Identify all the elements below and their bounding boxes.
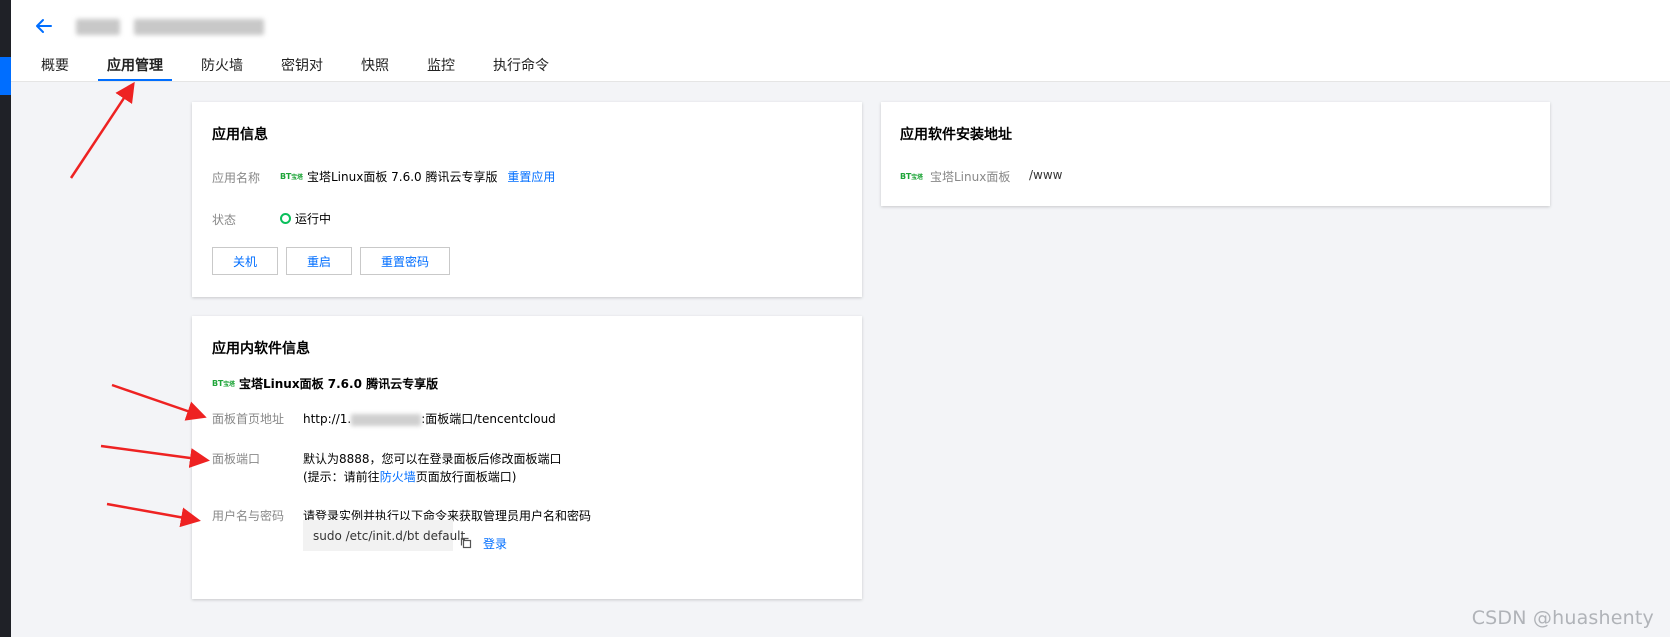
instance-title-redacted (76, 16, 266, 38)
annotation-arrow-homepage (111, 383, 207, 421)
arrow-left-icon[interactable] (30, 12, 58, 40)
install-path-card: 应用软件安装地址 BT宝塔 宝塔Linux面板 /www (881, 102, 1550, 206)
left-nav-strip (0, 0, 11, 637)
restart-button[interactable]: 重启 (286, 247, 352, 275)
csdn-watermark: CSDN @huashenty (1471, 607, 1654, 629)
tab-firewall[interactable]: 防火墙 (201, 49, 243, 81)
reset-app-link[interactable]: 重置应用 (507, 170, 555, 184)
software-info-title: 应用内软件信息 (212, 341, 310, 357)
firewall-link[interactable]: 防火墙 (380, 470, 416, 484)
install-path-title: 应用软件安装地址 (900, 127, 1012, 143)
annotation-arrow-tab (69, 81, 135, 179)
copy-icon[interactable] (460, 537, 472, 549)
app-info-title: 应用信息 (212, 127, 268, 143)
tab-snapshot[interactable]: 快照 (361, 49, 389, 81)
shutdown-button[interactable]: 关机 (212, 247, 278, 275)
annotation-arrow-port (100, 444, 210, 468)
credentials-label: 用户名与密码 (212, 509, 285, 523)
tab-keypair[interactable]: 密钥对 (281, 49, 323, 81)
tab-app-management[interactable]: 应用管理 (98, 49, 172, 81)
baota-logo-icon: BT宝塔 (900, 172, 923, 181)
panel-port-line2: (提示：请前往防火墙页面放行面板端口) (303, 470, 517, 484)
baota-logo-icon: BT宝塔 (212, 379, 235, 388)
panel-port-label: 面板端口 (212, 452, 261, 466)
panel-homepage-value: http://1.:面板端口/tencentcloud (303, 412, 556, 426)
tab-overview[interactable]: 概要 (41, 49, 69, 81)
app-info-card: 应用信息 应用名称 BT宝塔 宝塔Linux面板 7.6.0 腾讯云专享版 重置… (192, 102, 862, 297)
command-box: sudo /etc/init.d/bt default (303, 520, 465, 551)
panel-port-line1: 默认为8888，您可以在登录面板后修改面板端口 (303, 452, 562, 466)
install-software-name: 宝塔Linux面板 (930, 170, 1011, 184)
software-info-card: 应用内软件信息 BT宝塔 宝塔Linux面板 7.6.0 腾讯云专享版 面板首页… (192, 316, 862, 599)
login-link[interactable]: 登录 (483, 535, 507, 552)
left-nav-active-indicator (0, 57, 11, 95)
tab-monitoring[interactable]: 监控 (427, 49, 455, 81)
tab-run-command[interactable]: 执行命令 (493, 49, 549, 81)
status-value: 运行中 (295, 212, 332, 226)
reset-password-button[interactable]: 重置密码 (360, 247, 450, 275)
app-name-value: 宝塔Linux面板 7.6.0 腾讯云专享版 重置应用 (307, 170, 556, 184)
panel-homepage-label: 面板首页地址 (212, 412, 285, 426)
install-path-value: /www (1029, 168, 1063, 182)
running-status-icon (280, 213, 291, 224)
page-header: 概要 应用管理 防火墙 密钥对 快照 监控 执行命令 (11, 0, 1670, 82)
tab-bar: 概要 应用管理 防火墙 密钥对 快照 监控 执行命令 (41, 49, 587, 81)
software-name: 宝塔Linux面板 7.6.0 腾讯云专享版 (239, 377, 439, 391)
app-name-label: 应用名称 (212, 171, 261, 185)
status-label: 状态 (212, 213, 237, 227)
annotation-arrow-credentials (106, 502, 201, 528)
redacted-ip (351, 413, 422, 426)
baota-logo-icon: BT宝塔 (280, 172, 303, 181)
